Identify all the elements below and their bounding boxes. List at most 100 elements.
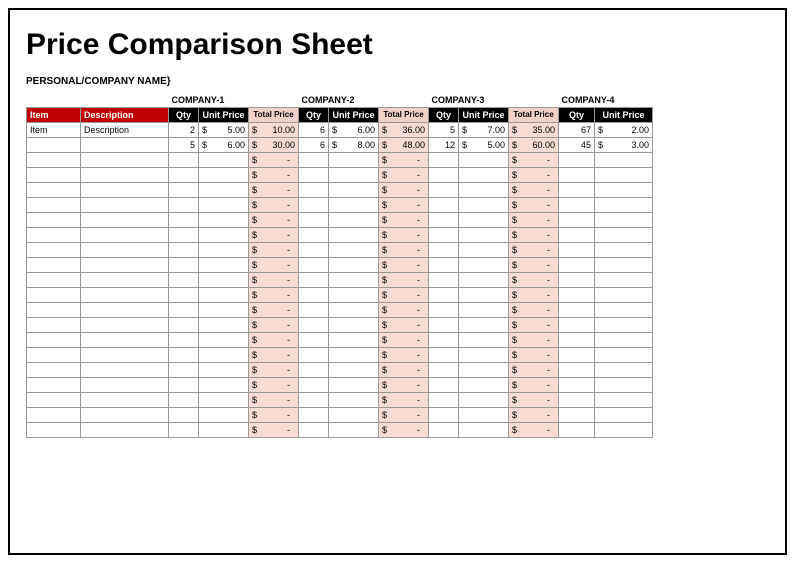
cell-unit-price[interactable] [595, 212, 653, 227]
cell-qty[interactable] [559, 272, 595, 287]
cell-description[interactable] [81, 182, 169, 197]
table-row[interactable]: $- $- $- [27, 272, 653, 287]
cell-unit-price[interactable] [199, 272, 249, 287]
cell-unit-price[interactable] [329, 272, 379, 287]
cell-qty[interactable] [429, 242, 459, 257]
cell-item[interactable] [27, 227, 81, 242]
cell-unit-price[interactable] [595, 272, 653, 287]
cell-unit-price[interactable] [329, 302, 379, 317]
table-row[interactable]: $- $- $- [27, 242, 653, 257]
cell-total-price[interactable]: $- [509, 167, 559, 182]
cell-unit-price[interactable] [595, 152, 653, 167]
cell-unit-price[interactable]: $2.00 [595, 122, 653, 137]
cell-qty[interactable] [169, 302, 199, 317]
cell-unit-price[interactable] [595, 227, 653, 242]
cell-qty[interactable] [169, 197, 199, 212]
cell-total-price[interactable]: $- [509, 302, 559, 317]
cell-item[interactable] [27, 152, 81, 167]
cell-unit-price[interactable] [459, 422, 509, 437]
cell-description[interactable] [81, 317, 169, 332]
cell-qty[interactable] [299, 317, 329, 332]
cell-total-price[interactable]: $- [509, 392, 559, 407]
cell-qty[interactable] [169, 182, 199, 197]
cell-qty[interactable] [429, 362, 459, 377]
table-row[interactable]: $- $- $- [27, 257, 653, 272]
cell-qty[interactable] [169, 212, 199, 227]
cell-qty[interactable]: 5 [169, 137, 199, 152]
cell-qty[interactable] [299, 362, 329, 377]
cell-item[interactable] [27, 137, 81, 152]
table-row[interactable]: $- $- $- [27, 377, 653, 392]
table-row[interactable]: $- $- $- [27, 332, 653, 347]
cell-total-price[interactable]: $- [509, 332, 559, 347]
cell-description[interactable] [81, 347, 169, 362]
cell-qty[interactable] [169, 332, 199, 347]
cell-unit-price[interactable] [199, 212, 249, 227]
cell-total-price[interactable]: $- [249, 332, 299, 347]
cell-qty[interactable] [299, 227, 329, 242]
cell-qty[interactable] [169, 287, 199, 302]
cell-unit-price[interactable] [329, 332, 379, 347]
cell-total-price[interactable]: $- [249, 242, 299, 257]
cell-description[interactable] [81, 287, 169, 302]
cell-item[interactable] [27, 362, 81, 377]
cell-qty[interactable] [169, 167, 199, 182]
cell-qty[interactable] [559, 347, 595, 362]
table-row[interactable]: ItemDescription2$5.00$10.006$6.00$36.005… [27, 122, 653, 137]
cell-total-price[interactable]: $- [249, 287, 299, 302]
table-row[interactable]: $- $- $- [27, 362, 653, 377]
cell-qty[interactable] [169, 272, 199, 287]
cell-qty[interactable] [559, 182, 595, 197]
cell-unit-price[interactable] [459, 197, 509, 212]
cell-unit-price[interactable] [329, 347, 379, 362]
table-row[interactable]: $- $- $- [27, 347, 653, 362]
cell-qty[interactable] [169, 317, 199, 332]
cell-unit-price[interactable] [459, 242, 509, 257]
cell-description[interactable] [81, 152, 169, 167]
cell-unit-price[interactable] [329, 227, 379, 242]
cell-item[interactable] [27, 347, 81, 362]
cell-qty[interactable] [559, 422, 595, 437]
cell-total-price[interactable]: $- [379, 392, 429, 407]
cell-qty[interactable] [299, 167, 329, 182]
cell-unit-price[interactable] [595, 317, 653, 332]
cell-qty[interactable]: 6 [299, 137, 329, 152]
cell-unit-price[interactable] [459, 272, 509, 287]
cell-item[interactable] [27, 392, 81, 407]
cell-total-price[interactable]: $- [379, 377, 429, 392]
cell-total-price[interactable]: $- [379, 227, 429, 242]
cell-qty[interactable]: 6 [299, 122, 329, 137]
cell-unit-price[interactable] [199, 392, 249, 407]
cell-qty[interactable] [429, 227, 459, 242]
cell-item[interactable] [27, 422, 81, 437]
cell-qty[interactable] [559, 227, 595, 242]
cell-unit-price[interactable] [329, 362, 379, 377]
cell-qty[interactable] [429, 272, 459, 287]
cell-item[interactable] [27, 197, 81, 212]
cell-qty[interactable] [299, 377, 329, 392]
cell-item[interactable] [27, 182, 81, 197]
cell-description[interactable] [81, 407, 169, 422]
cell-qty[interactable] [429, 332, 459, 347]
cell-qty[interactable] [429, 197, 459, 212]
cell-total-price[interactable]: $- [509, 212, 559, 227]
cell-qty[interactable] [559, 212, 595, 227]
table-row[interactable]: $- $- $- [27, 197, 653, 212]
cell-total-price[interactable]: $- [249, 317, 299, 332]
cell-item[interactable] [27, 242, 81, 257]
cell-total-price[interactable]: $- [249, 272, 299, 287]
cell-total-price[interactable]: $- [249, 182, 299, 197]
cell-total-price[interactable]: $- [379, 167, 429, 182]
cell-unit-price[interactable] [329, 317, 379, 332]
cell-qty[interactable] [429, 302, 459, 317]
cell-qty[interactable] [429, 257, 459, 272]
cell-unit-price[interactable] [199, 152, 249, 167]
cell-unit-price[interactable] [595, 287, 653, 302]
cell-unit-price[interactable] [595, 197, 653, 212]
cell-total-price[interactable]: $- [379, 317, 429, 332]
cell-qty[interactable] [559, 317, 595, 332]
cell-total-price[interactable]: $- [509, 347, 559, 362]
table-row[interactable]: $- $- $- [27, 317, 653, 332]
cell-unit-price[interactable] [459, 212, 509, 227]
cell-unit-price[interactable] [199, 347, 249, 362]
